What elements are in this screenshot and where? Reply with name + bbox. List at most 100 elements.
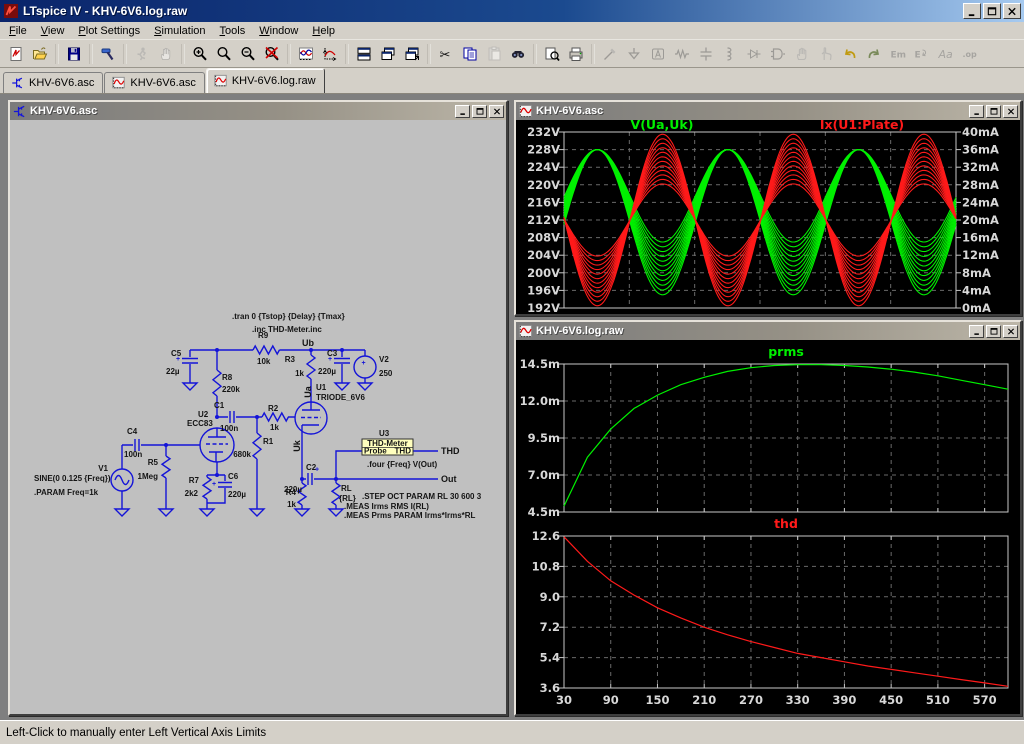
r5-ref: R5 xyxy=(148,458,159,467)
log-close-button[interactable] xyxy=(1003,325,1018,338)
schematic-minimize-button[interactable] xyxy=(455,105,470,118)
schematic-window-title: KHV-6V6.asc xyxy=(30,105,453,117)
redo-icon[interactable] xyxy=(862,42,886,65)
inductor-icon xyxy=(718,42,742,65)
y-left-tick-label: 216V xyxy=(527,195,560,209)
schematic-close-button[interactable] xyxy=(489,105,504,118)
app-minimize-button[interactable] xyxy=(963,3,981,19)
svg-text:.op: .op xyxy=(963,50,978,59)
app-title: LTspice IV - KHV-6V6.log.raw xyxy=(23,4,961,18)
tab-khv-6v6.log.raw-2[interactable]: KHV-6V6.log.raw xyxy=(206,68,325,93)
zoom-out-icon[interactable] xyxy=(236,42,260,65)
r2-value: 1k xyxy=(270,423,279,432)
pane-title-prms[interactable]: prms xyxy=(768,344,804,359)
undo-icon[interactable] xyxy=(838,42,862,65)
zoom-back-icon[interactable] xyxy=(212,42,236,65)
status-bar: Left-Click to manually enter Left Vertic… xyxy=(0,720,1024,744)
x-tick-label: 330 xyxy=(786,693,810,707)
log-maximize-button[interactable] xyxy=(986,325,1001,338)
r9-value: 10k xyxy=(257,357,271,366)
print-icon[interactable] xyxy=(564,42,588,65)
copy-icon[interactable] xyxy=(458,42,482,65)
app-titlebar: LTspice IV - KHV-6V6.log.raw xyxy=(0,0,1024,22)
y-left-tick-label: 208V xyxy=(527,231,560,245)
toolbar-separator xyxy=(124,44,127,64)
find-icon[interactable] xyxy=(506,42,530,65)
pane-title-thd[interactable]: thd xyxy=(774,516,798,531)
menu-item-file[interactable]: File xyxy=(2,23,34,39)
schematic-canvas[interactable]: .tran 0 {Tstop} {Delay} {Tmax} .inc THD-… xyxy=(10,120,506,714)
y-tick-label: 9.0 xyxy=(540,590,560,604)
y-left-tick-label: 192V xyxy=(527,301,560,314)
y-right-tick-label: 24mA xyxy=(962,195,999,209)
r3-value: 1k xyxy=(295,369,304,378)
svg-text:E: E xyxy=(915,50,921,60)
plot-settings-icon[interactable] xyxy=(318,42,342,65)
print-preview-icon[interactable] xyxy=(540,42,564,65)
app-close-button[interactable] xyxy=(1003,3,1021,19)
cut-icon[interactable]: ✂ xyxy=(434,42,458,65)
menu-item-view[interactable]: View xyxy=(34,23,72,39)
schematic-maximize-button[interactable] xyxy=(472,105,487,118)
tab-label: KHV-6V6.asc xyxy=(29,77,94,89)
waveform-window-title: KHV-6V6.asc xyxy=(536,105,967,117)
waveform-minimize-button[interactable] xyxy=(969,105,984,118)
menu-item-simulation[interactable]: Simulation xyxy=(147,23,212,39)
tab-khv-6v6.asc-1[interactable]: KHV-6V6.asc xyxy=(104,72,204,93)
legend-v-ua-uk[interactable]: V(Ua,Uk) xyxy=(631,120,694,132)
new-schematic-icon[interactable] xyxy=(4,42,28,65)
y-right-tick-label: 40mA xyxy=(962,125,999,139)
app-maximize-button[interactable] xyxy=(983,3,1001,19)
y-tick-label: 7.0m xyxy=(528,468,560,482)
menu-item-help[interactable]: Help xyxy=(305,23,342,39)
arrange-windows-icon[interactable] xyxy=(400,42,424,65)
log-minimize-button[interactable] xyxy=(969,325,984,338)
c2-plus: + xyxy=(315,467,319,474)
waveform-window-titlebar[interactable]: KHV-6V6.asc xyxy=(516,102,1020,120)
c4-value: 100n xyxy=(124,450,142,459)
u1-value: TRIODE_6V6 xyxy=(316,393,365,402)
waveform-tab-icon xyxy=(111,76,126,90)
menu-item-window[interactable]: Window xyxy=(252,23,305,39)
y-tick-label: 9.5m xyxy=(528,431,560,445)
log-window-titlebar[interactable]: KHV-6V6.log.raw xyxy=(516,322,1020,340)
tab-khv-6v6.asc-0[interactable]: KHV-6V6.asc xyxy=(3,72,103,93)
drag-icon xyxy=(814,42,838,65)
control-panel-icon[interactable] xyxy=(96,42,120,65)
schematic-window-titlebar[interactable]: KHV-6V6.asc xyxy=(10,102,506,120)
r4-value: 1k xyxy=(287,500,296,509)
y-right-tick-label: 0mA xyxy=(962,301,991,314)
waveform-doc-icon xyxy=(518,104,533,118)
move-icon xyxy=(790,42,814,65)
log-plot-area[interactable]: prms14.5m12.0m9.5m7.0m4.5mthd12.610.89.0… xyxy=(516,340,1020,714)
v2-ref: V2 xyxy=(379,355,389,364)
x-tick-label: 450 xyxy=(879,693,903,707)
u3-ref: U3 xyxy=(379,429,390,438)
ltspice-main-window: LTspice IV - KHV-6V6.log.raw FileViewPlo… xyxy=(0,0,1024,744)
y-right-tick-label: 28mA xyxy=(962,178,999,192)
toolbar-separator xyxy=(90,44,93,64)
net-label-out: Out xyxy=(441,474,457,484)
legend-ix-u1-plate[interactable]: Ix(U1:Plate) xyxy=(820,120,904,132)
y-right-tick-label: 8mA xyxy=(962,266,991,280)
cascade-windows-icon[interactable] xyxy=(376,42,400,65)
tile-windows-icon[interactable] xyxy=(352,42,376,65)
toolbar-separator xyxy=(534,44,537,64)
y-tick-label: 12.6 xyxy=(532,529,560,543)
r8-ref: R8 xyxy=(222,373,233,382)
zoom-in-icon[interactable] xyxy=(188,42,212,65)
ground-icon xyxy=(622,42,646,65)
save-icon[interactable] xyxy=(62,42,86,65)
y-tick-label: 5.4 xyxy=(540,651,560,665)
toolbar-separator xyxy=(288,44,291,64)
waveform-close-button[interactable] xyxy=(1003,105,1018,118)
waveform-maximize-button[interactable] xyxy=(986,105,1001,118)
paste-icon xyxy=(482,42,506,65)
menu-item-tools[interactable]: Tools xyxy=(213,23,253,39)
waveform-pane-icon[interactable] xyxy=(294,42,318,65)
waveform-plot-area[interactable]: 232V40mA228V36mA224V32mA220V28mA216V24mA… xyxy=(516,120,1020,314)
zoom-full-extents-icon[interactable] xyxy=(260,42,284,65)
toolbar-separator xyxy=(56,44,59,64)
open-file-icon[interactable] xyxy=(28,42,52,65)
menu-item-plot-settings[interactable]: Plot Settings xyxy=(71,23,147,39)
